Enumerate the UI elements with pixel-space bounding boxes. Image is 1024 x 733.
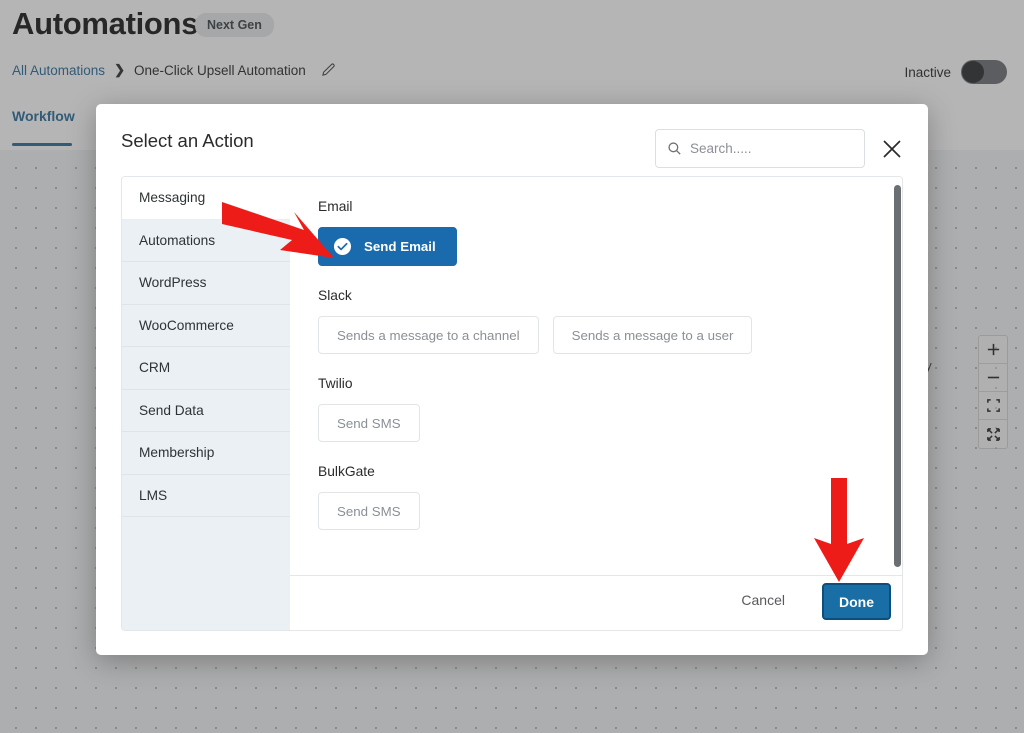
action-bulkgate-send-sms[interactable]: Send SMS [318,492,420,530]
category-item-messaging[interactable]: Messaging [122,177,290,220]
category-item-lms[interactable]: LMS [122,475,290,517]
category-item-membership[interactable]: Membership [122,432,290,475]
search-box[interactable] [655,129,865,168]
select-action-modal: Select an Action Messaging Automations W… [96,104,928,655]
modal-header: Select an Action [96,104,928,176]
action-pane-scrollbar[interactable] [894,185,901,567]
action-slack-channel[interactable]: Sends a message to a channel [318,316,539,354]
category-item-woocommerce[interactable]: WooCommerce [122,305,290,347]
action-group-bulkgate: Send SMS [318,492,902,530]
category-item-automations[interactable]: Automations [122,220,290,262]
modal-title: Select an Action [121,130,254,151]
category-item-crm[interactable]: CRM [122,347,290,390]
action-twilio-send-sms[interactable]: Send SMS [318,404,420,442]
app-root: Automations Next Gen All Automations ❯ O… [0,0,1024,733]
category-item-wordpress[interactable]: WordPress [122,262,290,305]
action-group-title-email: Email [318,199,353,214]
action-group-title-slack: Slack [318,288,352,303]
action-group-title-twilio: Twilio [318,376,353,391]
cancel-button[interactable]: Cancel [741,592,785,608]
action-group-title-bulkgate: BulkGate [318,464,375,479]
done-button[interactable]: Done [822,583,891,620]
action-slack-user[interactable]: Sends a message to a user [552,316,753,354]
modal-body: Messaging Automations WordPress WooComme… [121,176,903,631]
check-circle-icon [333,237,352,256]
category-list: Messaging Automations WordPress WooComme… [122,177,290,630]
modal-footer: Cancel Done [290,575,902,630]
action-pane: Email Send Email Slack Sends a message t… [290,177,902,575]
action-group-email: Send Email [318,227,902,266]
search-icon [668,142,681,155]
search-input[interactable] [690,141,850,156]
action-group-slack: Sends a message to a channel Sends a mes… [318,316,902,354]
close-icon[interactable] [881,138,903,160]
action-group-twilio: Send SMS [318,404,902,442]
action-send-email[interactable]: Send Email [318,227,457,266]
category-item-send-data[interactable]: Send Data [122,390,290,432]
action-send-email-label: Send Email [364,239,436,254]
